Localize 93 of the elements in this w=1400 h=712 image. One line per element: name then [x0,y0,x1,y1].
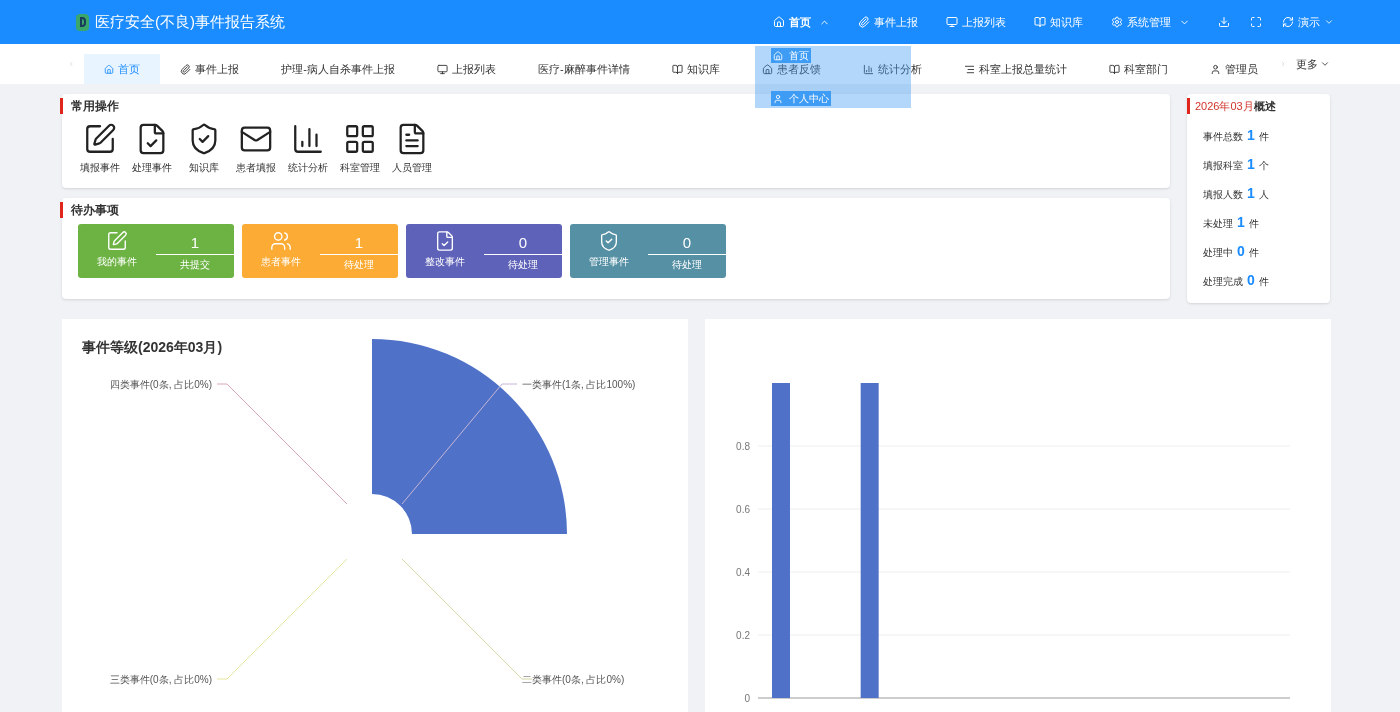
slice-label: 三类事件(0条, 占比0%) [109,674,212,685]
user-icon [773,93,783,104]
download-icon[interactable] [1218,16,1230,28]
tile-caption: 共提交 [180,258,210,272]
tile-caption: 待处理 [672,258,702,272]
book-icon [671,63,683,75]
stat-unit: 人 [1258,188,1269,202]
stat-label: 处理中 [1203,246,1233,260]
tab[interactable]: 知识库 [651,62,740,76]
list-icon [963,63,975,75]
tab[interactable]: 科室上报总量统计 [943,62,1087,76]
stat-label: 处理完成 [1203,275,1243,289]
axis-tick-label: 0 [744,693,750,704]
tab[interactable]: 上报列表 [417,62,516,76]
overview-title: 概述 [1253,99,1276,114]
stat-unit: 件 [1258,275,1269,289]
tab[interactable]: 事件上报 [160,62,260,76]
tile-label: 整改事件 [425,255,465,269]
stat-value: 1 [1247,184,1255,203]
quick-action[interactable]: 科室管理 [338,122,382,175]
tile-count: 0 [648,234,726,255]
quick-action[interactable]: 处理事件 [130,122,174,175]
slice-label: 一类事件(1条, 占比100%) [522,379,636,390]
stat-value: 1 [1247,155,1255,174]
home-icon [104,63,115,75]
stat-unit: 个 [1258,159,1269,173]
axis-tick-label: 0.2 [736,630,750,641]
edit-icon [83,122,117,156]
stat-unit: 件 [1258,130,1269,144]
slice-label: 二类事件(0条, 占比0%) [522,674,625,685]
todo-tile[interactable]: 管理事件 0 待处理 [570,224,726,278]
chart-title: 事件等级(2026年03月) [82,338,223,357]
user-icon [1209,63,1221,75]
stat-value: 0 [1237,242,1245,261]
app-title: 医疗安全(不良)事件报告系统 [95,11,285,32]
tab[interactable]: 护理-病人自杀事件上报 [261,62,415,76]
refresh-icon [1282,16,1294,28]
quick-action[interactable]: 统计分析 [286,122,330,175]
stat-value: 1 [1237,213,1245,232]
tab[interactable]: 统计分析 [842,62,942,76]
tile-caption: 待处理 [508,258,538,272]
tab[interactable]: 患者反馈 [741,62,841,76]
stat-label: 填报人数 [1203,188,1243,202]
tile-label: 我的事件 [97,255,137,269]
stat-value: 1 [1247,126,1255,145]
monitor-icon [437,63,448,75]
quick-action[interactable]: 知识库 [182,122,226,175]
stat-label: 事件总数 [1203,130,1243,144]
paperclip-icon [180,63,192,75]
axis-tick-label: 0.4 [736,567,750,578]
section-title: 待办事项 [60,202,1170,218]
bar-chart-icon [291,122,325,156]
axis-tick-label: 0.6 [736,504,750,515]
home-icon [761,63,773,75]
fullscreen-icon[interactable] [1250,16,1262,28]
document-check-icon [434,230,456,252]
monitor-icon [946,16,958,28]
users-icon [270,230,292,252]
quick-action[interactable]: 患者填报 [234,122,278,175]
tile-count: 1 [156,234,234,255]
book-icon [1034,16,1046,28]
logo-icon [76,13,89,31]
home-icon [773,50,783,61]
tile-caption: 待处理 [344,258,374,272]
stat-unit: 件 [1248,217,1259,231]
stat-unit: 件 [1248,246,1259,260]
tile-count: 1 [320,234,398,255]
book-icon [1108,63,1120,75]
todo-tile[interactable]: 整改事件 0 待处理 [406,224,562,278]
chart-icon [862,63,874,75]
tab[interactable]: 医疗-麻醉事件详情 [518,62,650,76]
stat-label: 未处理 [1203,217,1233,231]
slice-label: 四类事件(0条, 占比0%) [109,379,212,390]
axis-tick-label: 0.8 [736,441,750,452]
chevron-down-icon [1324,17,1334,27]
stat-label: 填报科室 [1203,159,1243,173]
paperclip-icon [858,16,870,28]
quick-action[interactable]: 人员管理 [390,122,434,175]
edit-icon [106,230,128,252]
tile-label: 患者事件 [261,255,301,269]
stat-value: 0 [1247,271,1255,290]
tile-label: 管理事件 [589,255,629,269]
more-menu[interactable]: 更多 [1296,55,1330,73]
quick-action[interactable]: 填报事件 [78,122,122,175]
tab[interactable]: 管理员 [1189,62,1278,76]
grid-icon [343,122,377,156]
home-icon [773,16,785,28]
shield-check-icon [598,230,620,252]
overview-period: 2026年03月 [1195,99,1254,114]
chevron-down-icon [1320,59,1330,69]
tile-count: 0 [484,234,562,255]
tab[interactable]: 科室部门 [1088,62,1188,76]
settings-icon [1111,16,1123,28]
